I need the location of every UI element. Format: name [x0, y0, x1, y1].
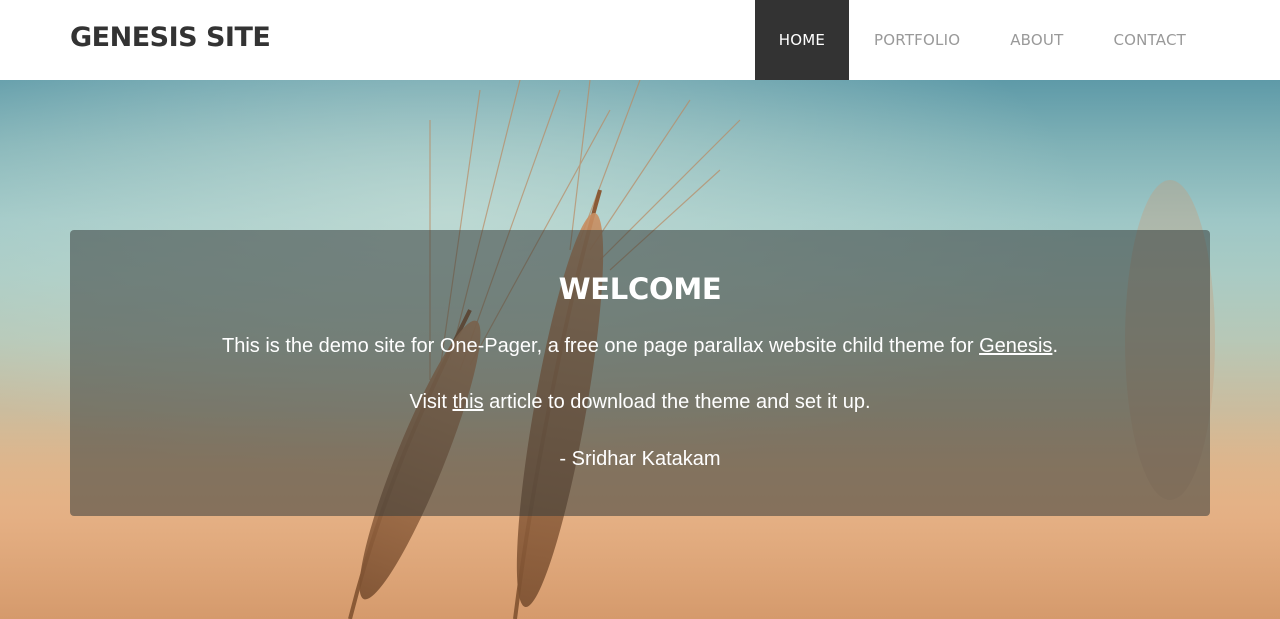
nav-item-portfolio[interactable]: PORTFOLIO	[849, 0, 985, 80]
intro-text-suffix: .	[1052, 335, 1058, 357]
main-nav: HOME PORTFOLIO ABOUT CONTACT	[754, 0, 1211, 80]
visit-text: Visit this article to download the theme…	[70, 391, 1210, 414]
genesis-link[interactable]: Genesis	[979, 335, 1052, 357]
welcome-box: WELCOME This is the demo site for One-Pa…	[70, 230, 1210, 516]
welcome-title: WELCOME	[558, 272, 722, 306]
hero-section: WELCOME This is the demo site for One-Pa…	[0, 80, 1280, 619]
site-title-link[interactable]: GENESIS SITE	[70, 22, 271, 53]
intro-text-prefix: This is the demo site for One-Pager, a f…	[221, 335, 980, 357]
nav-item-contact[interactable]: CONTACT	[1088, 0, 1211, 80]
visit-text-prefix: Visit	[409, 391, 453, 413]
author-signature: - Sridhar Katakam	[559, 448, 721, 470]
article-link[interactable]: this	[452, 391, 483, 413]
visit-text-suffix: article to download the theme and set it…	[483, 391, 871, 413]
intro-text: This is the demo site for One-Pager, a f…	[70, 335, 1210, 358]
nav-item-about[interactable]: ABOUT	[985, 0, 1088, 80]
site-header: GENESIS SITE HOME PORTFOLIO ABOUT CONTAC…	[0, 0, 1280, 80]
nav-item-home[interactable]: HOME	[754, 0, 850, 80]
